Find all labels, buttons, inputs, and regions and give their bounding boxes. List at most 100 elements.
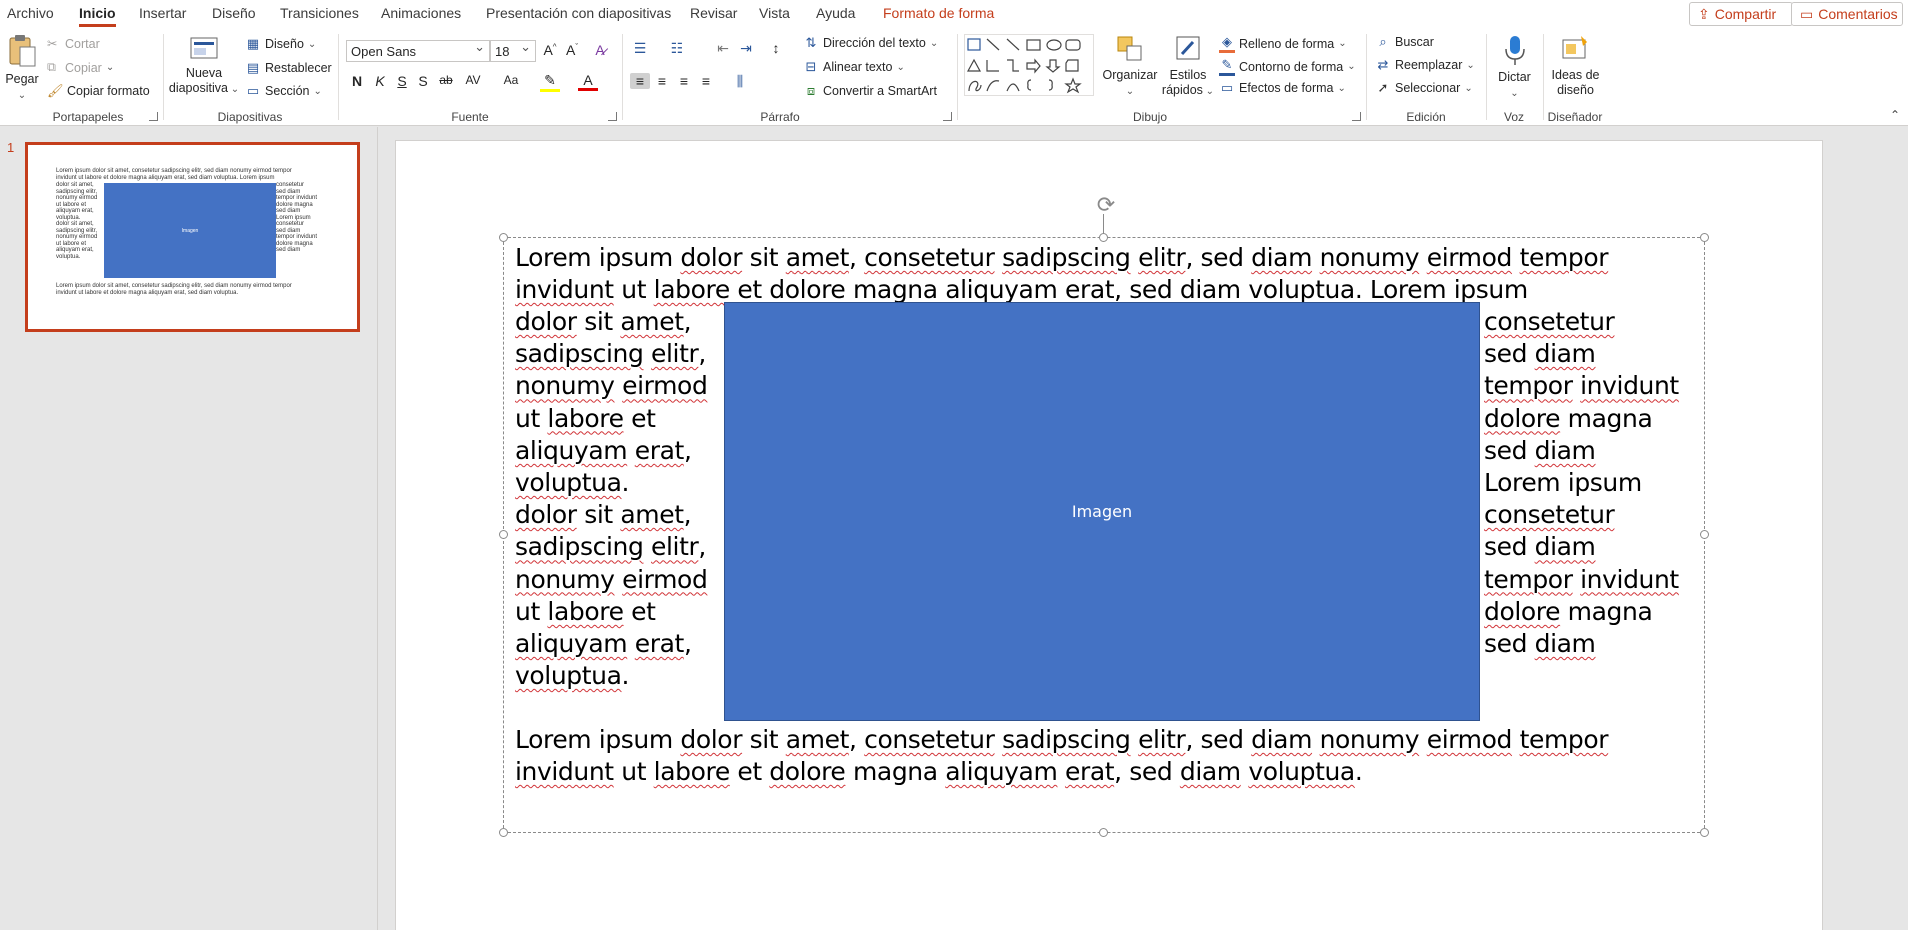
- select-button[interactable]: ➚ Seleccionar ⌄: [1375, 80, 1473, 96]
- italic-button[interactable]: K: [370, 73, 390, 89]
- align-left-icon[interactable]: ≡: [630, 73, 650, 89]
- dialog-launcher-icon[interactable]: [608, 112, 617, 121]
- tab-presentacion[interactable]: Presentación con diapositivas: [486, 5, 671, 21]
- spellcheck-word: dolore: [769, 757, 846, 787]
- spellcheck-word: elitr: [1138, 243, 1186, 272]
- resize-handle[interactable]: [499, 530, 508, 539]
- collapse-ribbon-icon[interactable]: ⌃: [1890, 108, 1900, 122]
- text-direction-button[interactable]: ⇅ Dirección del texto ⌄: [803, 35, 939, 51]
- clear-format-icon[interactable]: A̷: [590, 42, 610, 58]
- shape-effects-button[interactable]: ▭ Efectos de forma ⌄: [1219, 80, 1346, 96]
- image-placeholder[interactable]: Imagen: [724, 302, 1480, 721]
- quick-styles-button[interactable]: Estilos rápidos ⌄: [1160, 34, 1216, 99]
- reset-button[interactable]: ▤ Restablecer: [245, 60, 332, 76]
- resize-handle[interactable]: [1099, 233, 1108, 242]
- tab-vista[interactable]: Vista: [759, 5, 790, 21]
- text-line: Lorem ipsum dolor sit amet, consetetur s…: [515, 724, 1609, 756]
- smartart-icon: ⧈: [806, 83, 816, 98]
- strikethrough-button[interactable]: ab: [436, 73, 456, 87]
- align-center-icon[interactable]: ≡: [652, 73, 672, 89]
- arrange-button[interactable]: Organizar ⌄: [1102, 34, 1158, 99]
- font-name-select[interactable]: Open Sans: [346, 39, 490, 62]
- font-size-select[interactable]: 18: [490, 39, 536, 62]
- tab-formato-de-forma[interactable]: Formato de forma: [883, 5, 994, 21]
- text-run: , sed: [1185, 725, 1252, 754]
- share-button[interactable]: ⇪ Compartir: [1689, 2, 1793, 26]
- group-label-disenador: Diseñador: [1547, 110, 1603, 124]
- text-run: sed: [1484, 629, 1535, 658]
- tab-revisar[interactable]: Revisar: [690, 5, 737, 21]
- decrease-indent-icon[interactable]: ⇤: [713, 40, 733, 57]
- text-run: [1512, 725, 1520, 754]
- slide-thumbnail[interactable]: Lorem ipsum dolor sit amet, consetetur s…: [25, 142, 360, 332]
- group-label-diapositivas: Diapositivas: [217, 110, 283, 124]
- shape-outline-button[interactable]: ✎ Contorno de forma ⌄: [1219, 57, 1356, 76]
- columns-icon[interactable]: ⫼: [730, 73, 750, 90]
- text-run: [1573, 565, 1581, 594]
- design-ideas-button[interactable]: Ideas de diseño: [1548, 34, 1603, 98]
- resize-handle[interactable]: [1700, 530, 1709, 539]
- increase-indent-icon[interactable]: ⇥: [736, 40, 756, 57]
- find-button[interactable]: ⌕ Buscar: [1375, 34, 1434, 50]
- copy-button[interactable]: ⧉ Copiar ⌄: [47, 60, 114, 75]
- shapes-gallery[interactable]: [964, 34, 1094, 96]
- shadow-button[interactable]: S: [413, 73, 433, 89]
- dialog-launcher-icon[interactable]: [943, 112, 952, 121]
- tab-ayuda[interactable]: Ayuda: [816, 5, 855, 21]
- char-spacing-button[interactable]: AV: [460, 73, 486, 87]
- new-slide-button[interactable]: Nueva diapositiva ⌄: [168, 34, 240, 97]
- comments-button[interactable]: ▭ Comentarios: [1791, 2, 1903, 26]
- bold-button[interactable]: N: [347, 73, 367, 89]
- text-line: ut labore et: [515, 403, 656, 435]
- layout-button[interactable]: ▦ Diseño ⌄: [245, 36, 316, 52]
- bullets-icon[interactable]: ☰: [630, 40, 650, 57]
- tab-insertar[interactable]: Insertar: [139, 5, 186, 21]
- group-label-voz: Voz: [1503, 110, 1524, 124]
- line-spacing-icon[interactable]: ↕: [766, 40, 786, 56]
- spellcheck-word: aliquyam: [945, 275, 1058, 305]
- shrink-font-icon[interactable]: Aˇ: [562, 42, 582, 58]
- text-run: sit: [576, 500, 621, 530]
- spellcheck-word: labore: [547, 596, 624, 626]
- replace-button[interactable]: ⇄ Reemplazar ⌄: [1375, 57, 1475, 73]
- change-case-button[interactable]: Aa: [498, 73, 524, 87]
- resize-handle[interactable]: [499, 233, 508, 242]
- text-run: magna: [1560, 403, 1653, 433]
- text-run: [615, 565, 623, 594]
- spellcheck-word: elitr: [651, 339, 699, 369]
- text-run: magna: [845, 275, 946, 305]
- cut-button[interactable]: ✂ Cortar: [47, 36, 100, 52]
- resize-handle[interactable]: [1099, 828, 1108, 837]
- rotate-handle-icon[interactable]: ⟳: [1095, 194, 1117, 216]
- spellcheck-word: dolore: [1484, 403, 1561, 433]
- paint-bucket-icon: ◈: [1219, 34, 1235, 53]
- tab-transiciones[interactable]: Transiciones: [280, 5, 359, 21]
- tab-animaciones[interactable]: Animaciones: [381, 5, 461, 21]
- tab-inicio[interactable]: Inicio: [79, 5, 116, 27]
- smartart-button[interactable]: ⧈ Convertir a SmartArt: [803, 83, 937, 99]
- numbering-icon[interactable]: ☷: [667, 40, 687, 57]
- tab-diseno[interactable]: Diseño: [212, 5, 256, 21]
- tab-archivo[interactable]: Archivo: [7, 5, 54, 21]
- font-color-icon[interactable]: A: [578, 72, 598, 91]
- dialog-launcher-icon[interactable]: [149, 112, 158, 121]
- spellcheck-word: dolor: [515, 307, 577, 336]
- resize-handle[interactable]: [499, 828, 508, 837]
- dictate-button[interactable]: Dictar ⌄: [1492, 34, 1537, 101]
- section-button[interactable]: ▭ Sección ⌄: [245, 83, 322, 99]
- spellcheck-word: labore: [547, 403, 624, 433]
- dialog-launcher-icon[interactable]: [1352, 112, 1361, 121]
- underline-button[interactable]: S: [392, 73, 412, 89]
- resize-handle[interactable]: [1700, 828, 1709, 837]
- shape-fill-button[interactable]: ◈ Relleno de forma ⌄: [1219, 34, 1347, 53]
- chevron-down-icon: ⌄: [896, 61, 905, 73]
- align-right-icon[interactable]: ≡: [674, 73, 694, 89]
- highlight-icon[interactable]: ✎: [540, 72, 560, 92]
- resize-handle[interactable]: [1700, 233, 1709, 242]
- spellcheck-word: consetetur: [1484, 500, 1615, 530]
- justify-icon[interactable]: ≡: [696, 73, 716, 89]
- format-painter-button[interactable]: 🖌 Copiar formato: [47, 83, 150, 99]
- align-text-button[interactable]: ⊟ Alinear texto ⌄: [803, 59, 905, 75]
- paste-button[interactable]: Pegar ⌄: [4, 34, 40, 103]
- grow-font-icon[interactable]: A^: [540, 42, 560, 58]
